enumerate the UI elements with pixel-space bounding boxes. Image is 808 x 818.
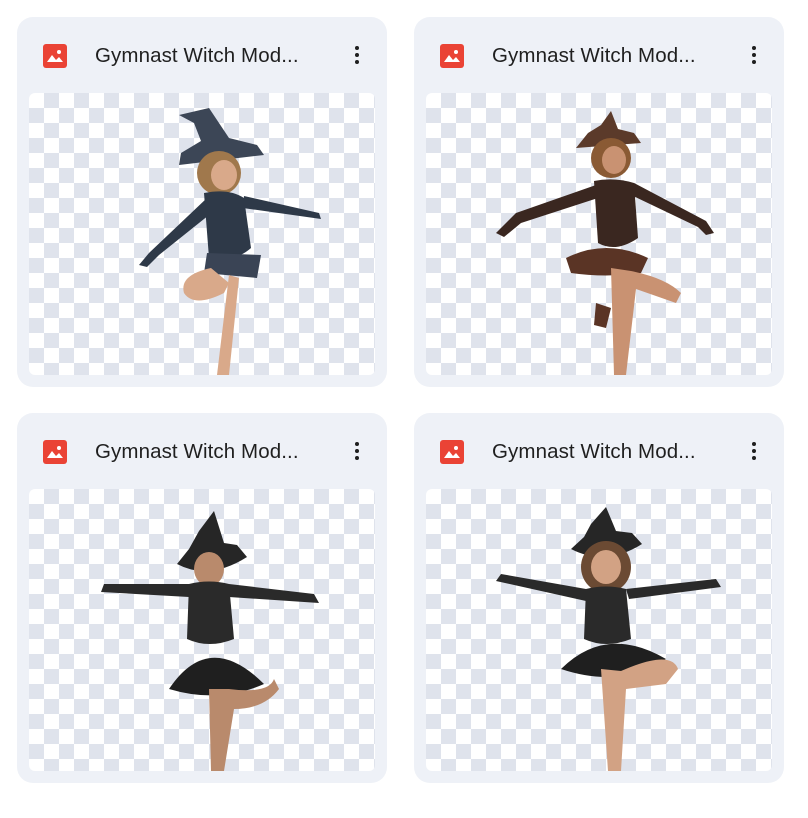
more-vert-icon [355,46,359,50]
image-file-icon [43,440,67,464]
more-vert-icon [752,46,756,50]
image-thumbnail[interactable] [29,489,375,771]
file-title[interactable]: Gymnast Witch Mod... [492,43,732,69]
image-file-icon [440,440,464,464]
file-card-header: Gymnast Witch Mod... [17,17,387,93]
file-title[interactable]: Gymnast Witch Mod... [492,439,732,465]
witch-gymnast-figure [139,108,321,375]
witch-gymnast-figure [496,507,721,771]
more-vert-icon [355,442,359,446]
file-card[interactable]: Gymnast Witch Mod... [414,17,784,387]
file-card[interactable]: Gymnast Witch Mod... [414,413,784,783]
image-file-icon [440,44,464,68]
file-card[interactable]: Gymnast Witch Mod... [17,17,387,387]
file-card-header: Gymnast Witch Mod... [414,17,784,93]
file-title[interactable]: Gymnast Witch Mod... [95,439,335,465]
more-options-button[interactable] [740,41,768,69]
image-thumbnail[interactable] [426,93,772,375]
file-card-header: Gymnast Witch Mod... [17,413,387,489]
more-vert-icon [752,442,756,446]
image-file-icon [43,44,67,68]
image-thumbnail[interactable] [426,489,772,771]
image-thumbnail[interactable] [29,93,375,375]
file-title[interactable]: Gymnast Witch Mod... [95,43,335,69]
witch-gymnast-figure [101,511,319,771]
file-card[interactable]: Gymnast Witch Mod... [17,413,387,783]
more-options-button[interactable] [343,437,371,465]
more-options-button[interactable] [740,437,768,465]
witch-gymnast-figure [496,111,714,375]
file-card-header: Gymnast Witch Mod... [414,413,784,489]
more-options-button[interactable] [343,41,371,69]
